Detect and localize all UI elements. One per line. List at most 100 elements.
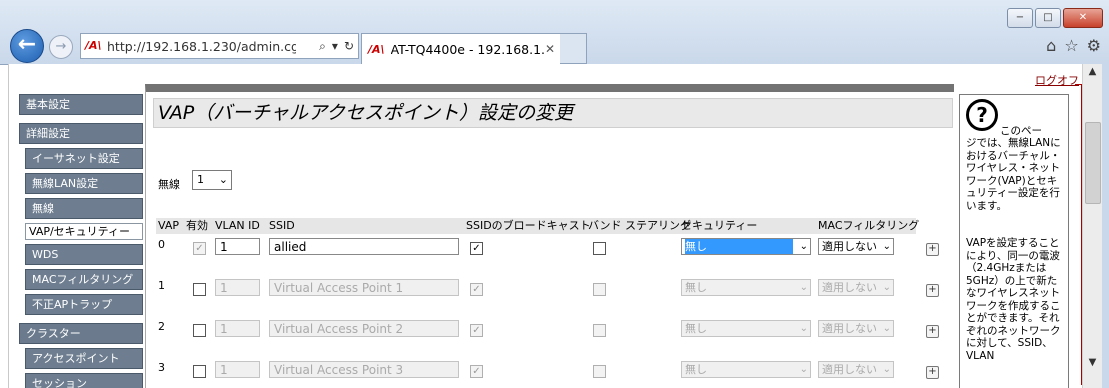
security-select[interactable]: 無し ⌄ (681, 361, 811, 378)
enabled-checkbox[interactable] (193, 283, 206, 296)
vlan-id-input[interactable]: 1 (215, 238, 260, 255)
forward-arrow-icon[interactable]: → (49, 35, 73, 59)
tab-favicon-icon: /A\ (368, 42, 385, 56)
security-select[interactable]: 無し ⌄ (681, 279, 811, 296)
expand-plus-icon[interactable]: + (926, 366, 939, 379)
ssid-broadcast-checkbox[interactable]: ✓ (470, 324, 483, 337)
favorites-star-icon[interactable]: ☆ (1064, 36, 1078, 55)
sidebar-item-0[interactable]: 基本設定 (19, 94, 143, 115)
scroll-down-icon[interactable]: ▼ (1083, 357, 1102, 374)
band-steering-checkbox[interactable] (593, 365, 606, 378)
sidebar-item-3[interactable]: 無線LAN設定 (25, 173, 143, 194)
col-broadcast: SSIDのブロードキャスト (466, 219, 591, 232)
enabled-checkbox[interactable] (193, 365, 206, 378)
col-mac: MACフィルタリング (818, 219, 920, 232)
vap-number: 3 (158, 361, 165, 374)
ssid-broadcast-checkbox[interactable]: ✓ (470, 242, 483, 255)
tab-title: AT-TQ4400e - 192.168.1... (390, 41, 545, 57)
radio-select[interactable]: 1 ⌄ (192, 170, 232, 190)
ssid-broadcast-checkbox[interactable]: ✓ (470, 365, 483, 378)
browser-tab[interactable]: /A\ AT-TQ4400e - 192.168.1... ✕ (361, 33, 562, 64)
sidebar-item-9[interactable]: クラスター (19, 323, 143, 344)
expand-plus-icon[interactable]: + (926, 243, 939, 256)
vlan-id-input[interactable]: 1 (215, 361, 260, 378)
refresh-icon[interactable]: ↻ (344, 39, 354, 54)
help-panel: ? このペー ジでは、無線LANにおけるバーチャル・ワイヤレス・ネットワーク(V… (959, 94, 1069, 388)
security-select[interactable]: 無し ⌄ (681, 320, 811, 337)
home-icon[interactable]: ⌂ (1046, 36, 1056, 55)
mac-filter-select[interactable]: 適用しない ⌄ (818, 279, 894, 296)
band-steering-checkbox[interactable] (593, 324, 606, 337)
chevron-down-icon: ⌄ (882, 241, 891, 252)
sidebar-item-11[interactable]: セッション (25, 373, 143, 388)
mac-filter-select[interactable]: 適用しない ⌄ (818, 320, 894, 337)
header-rule (1075, 84, 1082, 385)
mac-filter-select[interactable]: 適用しない ⌄ (818, 238, 894, 255)
vlan-id-input[interactable]: 1 (215, 279, 260, 296)
browser-chrome: − □ ✕ ← → /A\ http://192.168.1.230/admin… (0, 0, 1109, 65)
minimize-button[interactable]: − (1007, 8, 1033, 28)
sidebar-item-2[interactable]: イーサネット設定 (25, 148, 143, 169)
sidebar-item-4[interactable]: 無線 (25, 198, 143, 219)
col-vlan: VLAN ID (215, 219, 260, 232)
chevron-down-icon: ⌄ (799, 241, 808, 252)
sidebar-item-5[interactable]: VAP/セキュリティー (25, 223, 143, 240)
table-header: VAP 有効 VLAN ID SSID SSIDのブロードキャスト バンド ステ… (156, 218, 920, 234)
sidebar-item-7[interactable]: MACフィルタリング (25, 269, 143, 290)
band-steering-checkbox[interactable] (593, 242, 606, 255)
chevron-down-icon: ⌄ (799, 323, 808, 334)
back-arrow-icon[interactable]: ← (10, 29, 44, 63)
help-question-icon: ? (966, 99, 998, 131)
close-tab-icon[interactable]: ✕ (545, 42, 561, 56)
ssid-input[interactable]: Virtual Access Point 3 (269, 361, 459, 378)
expand-plus-icon[interactable]: + (926, 284, 939, 297)
ssid-broadcast-checkbox[interactable]: ✓ (470, 283, 483, 296)
table-row: 3 1 Virtual Access Point 3 ✓ 無し ⌄ 適用しない ⌄ + (156, 361, 946, 388)
main-panel: VAP（バーチャルアクセスポイント）設定の変更 無線 1 ⌄ VAP 有効 VL… (145, 84, 954, 388)
vap-number: 1 (158, 279, 165, 292)
table-row: 0 ✓ 1 allied ✓ 無し ⌄ 適用しない ⌄ + (156, 238, 946, 268)
vap-number: 2 (158, 320, 165, 333)
enabled-checkbox[interactable]: ✓ (193, 242, 206, 255)
col-steering: バンド ステアリング (588, 219, 692, 232)
band-steering-checkbox[interactable] (593, 283, 606, 296)
enabled-checkbox[interactable] (193, 324, 206, 337)
sidebar-item-6[interactable]: WDS (25, 244, 143, 265)
table-row: 2 1 Virtual Access Point 2 ✓ 無し ⌄ 適用しない ⌄ + (156, 320, 946, 350)
address-bar[interactable]: /A\ http://192.168.1.230/admin.cgi?a ⌕ ▾… (80, 33, 359, 59)
vap-number: 0 (158, 238, 165, 251)
col-enabled: 有効 (186, 219, 208, 232)
ssid-input[interactable]: Virtual Access Point 1 (269, 279, 459, 296)
settings-gear-icon[interactable]: ⚙ (1087, 36, 1101, 55)
chevron-down-icon: ⌄ (799, 364, 808, 375)
help-text-2: VAPを設定することにより、同一の電波（2.4GHzまたは5GHz）の上で新たな… (966, 237, 1061, 362)
scroll-thumb[interactable] (1085, 122, 1101, 204)
close-window-button[interactable]: ✕ (1063, 8, 1103, 28)
col-ssid: SSID (269, 219, 295, 232)
vertical-scrollbar[interactable]: ▲ ▼ (1082, 64, 1102, 388)
sidebar-item-10[interactable]: アクセスポイント (25, 348, 143, 369)
ssid-input[interactable]: allied (269, 238, 459, 255)
logout-link[interactable]: ログオフ (1035, 72, 1079, 88)
new-tab-button[interactable] (560, 33, 587, 64)
chevron-down-icon[interactable]: ▾ (332, 39, 338, 54)
col-vap: VAP (158, 219, 179, 232)
chevron-down-icon: ⌄ (882, 364, 891, 375)
window-controls: − □ ✕ (1007, 8, 1103, 28)
scroll-up-icon[interactable]: ▲ (1083, 66, 1102, 83)
vlan-id-input[interactable]: 1 (215, 320, 260, 337)
mac-filter-select[interactable]: 適用しない ⌄ (818, 361, 894, 378)
sidebar-item-1[interactable]: 詳細設定 (19, 123, 143, 144)
maximize-button[interactable]: □ (1035, 8, 1061, 28)
sidebar-item-8[interactable]: 不正APトラップ (25, 294, 143, 315)
search-icon[interactable]: ⌕ (319, 39, 326, 54)
chevron-down-icon: ⌄ (882, 323, 891, 334)
chevron-down-icon: ⌄ (882, 282, 891, 293)
security-select[interactable]: 無し ⌄ (681, 238, 811, 255)
ssid-input[interactable]: Virtual Access Point 2 (269, 320, 459, 337)
address-url[interactable]: http://192.168.1.230/admin.cgi?a (107, 39, 296, 54)
page-frame: ログオフ 基本設定詳細設定イーサネット設定 無線LAN設定 無線 VAP/セキュリティ… (8, 64, 1082, 388)
help-text-first: このペー (1000, 125, 1042, 137)
expand-plus-icon[interactable]: + (926, 325, 939, 338)
site-logo-icon: /A\ (85, 39, 102, 52)
